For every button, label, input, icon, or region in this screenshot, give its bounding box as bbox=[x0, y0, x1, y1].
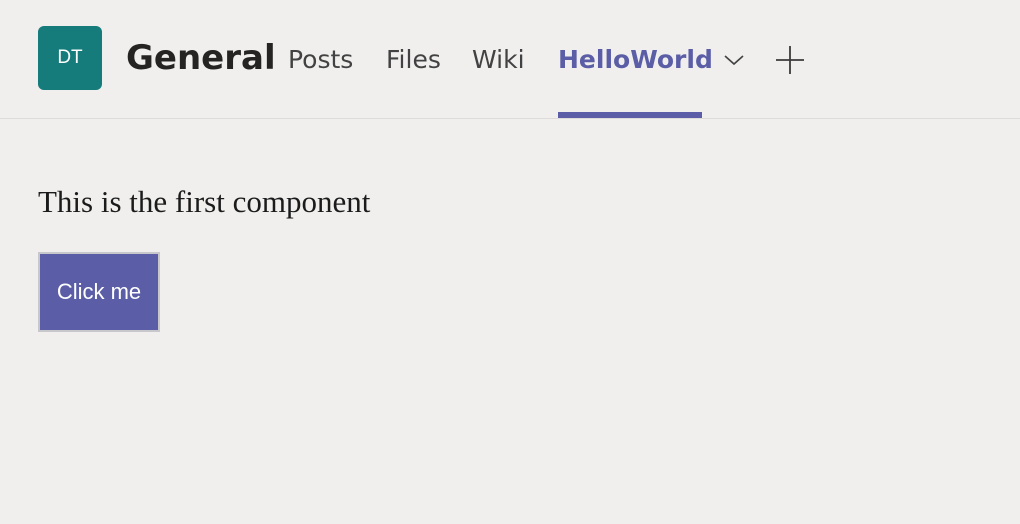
tab-helloworld[interactable]: HelloWorld bbox=[558, 42, 745, 78]
tab-files[interactable]: Files bbox=[386, 42, 441, 78]
click-me-button[interactable]: Click me bbox=[38, 252, 160, 332]
tab-helloworld-label: HelloWorld bbox=[558, 45, 713, 74]
plus-icon[interactable] bbox=[774, 44, 806, 76]
team-avatar[interactable]: DT bbox=[38, 26, 102, 90]
tab-posts[interactable]: Posts bbox=[288, 42, 353, 78]
channel-header: DT General Posts Files Wiki HelloWorld bbox=[0, 0, 1020, 119]
tab-wiki[interactable]: Wiki bbox=[472, 42, 525, 78]
active-tab-indicator bbox=[558, 112, 702, 118]
channel-title: General bbox=[126, 38, 276, 78]
chevron-down-icon[interactable] bbox=[723, 53, 745, 67]
component-text: This is the first component bbox=[38, 184, 371, 219]
